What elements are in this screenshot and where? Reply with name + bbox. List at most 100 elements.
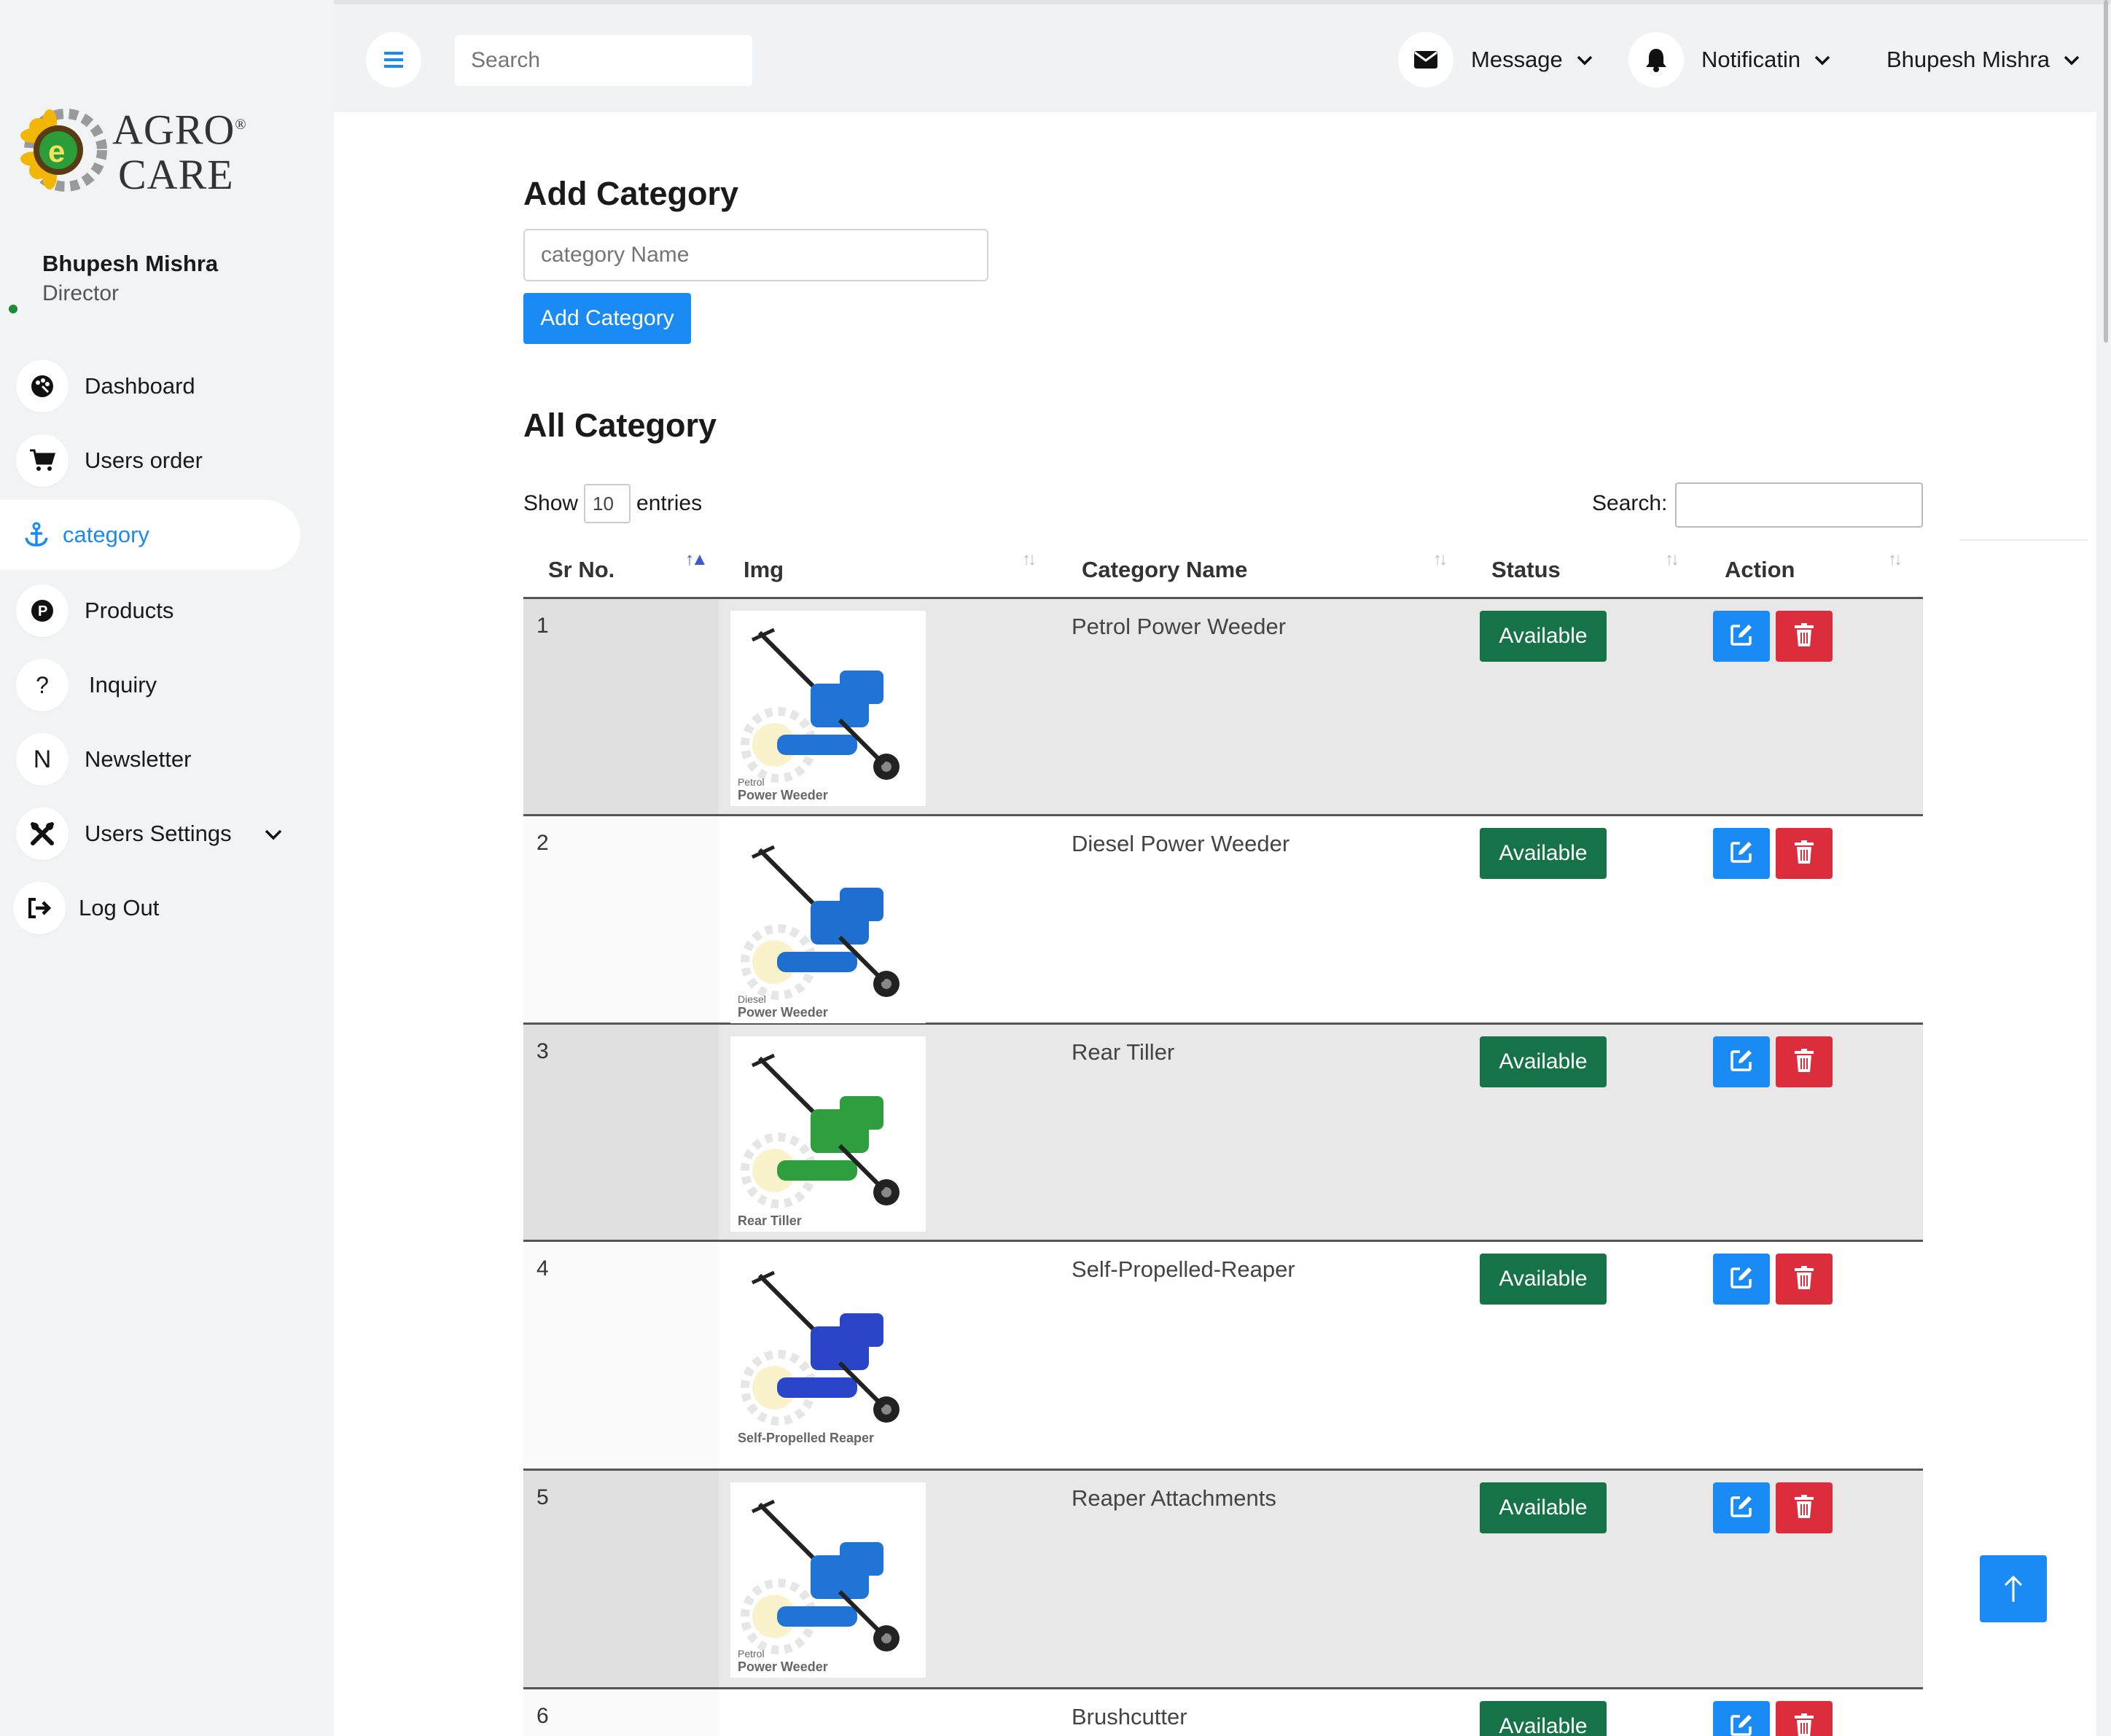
category-image: Petrol Power Weeder bbox=[730, 1482, 926, 1678]
trash-icon bbox=[1794, 1048, 1814, 1076]
column-header-sr-no[interactable]: Sr No. bbox=[548, 557, 614, 583]
trash-icon bbox=[1794, 1494, 1814, 1522]
sidebar-item-products[interactable]: P Products bbox=[16, 576, 300, 646]
machine-illustration-icon bbox=[741, 1270, 900, 1426]
image-caption-small: Petrol bbox=[738, 1648, 765, 1659]
status-badge[interactable]: Available bbox=[1480, 1701, 1607, 1736]
sort-icon[interactable]: ↑↓ bbox=[1888, 550, 1903, 570]
sidebar-item-newsletter[interactable]: N Newsletter bbox=[16, 724, 300, 794]
edit-button[interactable] bbox=[1713, 828, 1770, 879]
status-badge[interactable]: Available bbox=[1480, 1254, 1607, 1305]
sidebar-item-label: Inquiry bbox=[89, 672, 157, 697]
hamburger-menu-button[interactable] bbox=[366, 32, 421, 87]
chevron-down-icon bbox=[1576, 48, 1593, 71]
status-badge[interactable]: Available bbox=[1480, 1036, 1607, 1087]
edit-button[interactable] bbox=[1713, 1254, 1770, 1305]
bell-icon bbox=[1628, 32, 1684, 87]
delete-button[interactable] bbox=[1776, 1036, 1833, 1087]
sidebar-item-users-settings[interactable]: Users Settings bbox=[16, 799, 300, 869]
sidebar-item-label: Users order bbox=[85, 447, 203, 473]
table-search-label: Search: bbox=[1592, 491, 1668, 515]
registered-mark: ® bbox=[235, 117, 247, 133]
row-category-name: Rear Tiller bbox=[1072, 1039, 1175, 1065]
sidebar-item-inquiry[interactable]: ? Inquiry bbox=[16, 650, 300, 720]
sr-cell bbox=[523, 816, 719, 1023]
sidebar-item-category[interactable]: category bbox=[0, 500, 300, 570]
edit-button[interactable] bbox=[1713, 1482, 1770, 1533]
question-icon: ? bbox=[16, 659, 69, 711]
chevron-down-icon bbox=[264, 821, 283, 846]
image-caption-main: Power Weeder bbox=[738, 788, 828, 802]
table-row: 5 Petrol Power Weeder Reaper Attachments Ava… bbox=[523, 1471, 1923, 1689]
cart-icon bbox=[16, 434, 69, 487]
category-image: Self-Propelled Reaper bbox=[730, 1254, 926, 1449]
image-caption-small: Petrol bbox=[738, 776, 765, 788]
sidebar-item-label: Newsletter bbox=[85, 746, 192, 772]
trash-icon bbox=[1794, 1713, 1814, 1736]
entries-length-control: Show 10 entries bbox=[523, 484, 702, 523]
svg-text:P: P bbox=[38, 603, 47, 619]
delete-button[interactable] bbox=[1776, 1701, 1833, 1736]
table-search-input[interactable] bbox=[1675, 482, 1923, 528]
sr-cell bbox=[523, 1689, 719, 1736]
profile-name: Bhupesh Mishra bbox=[42, 251, 219, 276]
edit-button[interactable] bbox=[1713, 1701, 1770, 1736]
delete-button[interactable] bbox=[1776, 1254, 1833, 1305]
trash-icon bbox=[1794, 622, 1814, 651]
online-status-dot bbox=[9, 305, 17, 313]
sidebar-item-dashboard[interactable]: Dashboard bbox=[16, 351, 300, 421]
table-row: 4 Self-Propelled Reaper Self-Propelled-Rea… bbox=[523, 1242, 1923, 1471]
add-category-button[interactable]: Add Category bbox=[523, 293, 691, 344]
category-name-input[interactable] bbox=[523, 229, 988, 281]
edit-button[interactable] bbox=[1713, 1036, 1770, 1087]
tools-icon bbox=[16, 808, 69, 860]
category-image: Petrol Power Weeder bbox=[730, 611, 926, 806]
brand-line-2: CARE bbox=[118, 151, 234, 199]
category-image: Rear Tiller bbox=[730, 1036, 926, 1232]
edit-icon bbox=[1729, 1713, 1754, 1736]
sort-icon[interactable]: ↑↓ bbox=[1433, 550, 1448, 570]
message-dropdown[interactable]: Message bbox=[1398, 32, 1593, 87]
scroll-to-top-button[interactable] bbox=[1980, 1555, 2047, 1622]
newsletter-n-icon: N bbox=[16, 733, 69, 786]
column-header-action[interactable]: Action bbox=[1725, 557, 1795, 583]
top-search-input[interactable] bbox=[455, 35, 752, 86]
column-header-img[interactable]: Img bbox=[744, 557, 784, 583]
edit-icon bbox=[1729, 1494, 1754, 1522]
edit-button[interactable] bbox=[1713, 611, 1770, 662]
page-scrollbar[interactable] bbox=[2104, 0, 2108, 343]
delete-button[interactable] bbox=[1776, 611, 1833, 662]
status-badge[interactable]: Available bbox=[1480, 1482, 1607, 1533]
sidebar-item-logout[interactable]: Log Out bbox=[13, 873, 297, 943]
table-header: Sr No. ↑▲ Img ↑↓ Category Name ↑↓ Status… bbox=[523, 539, 1923, 599]
brand-logo[interactable]: e AGRO® CARE bbox=[20, 102, 247, 198]
notification-dropdown[interactable]: Notificatin bbox=[1628, 32, 1831, 87]
sunflower-gear-logo-icon: e bbox=[20, 106, 108, 194]
entries-select[interactable]: 10 bbox=[584, 484, 631, 523]
profile-role: Director bbox=[42, 281, 120, 305]
product-p-icon: P bbox=[16, 584, 69, 637]
status-badge[interactable]: Available bbox=[1480, 611, 1607, 662]
sidebar-item-label: Log Out bbox=[79, 895, 160, 920]
svg-text:e: e bbox=[48, 134, 65, 168]
brand-name: AGRO® CARE bbox=[112, 102, 247, 198]
notification-label: Notificatin bbox=[1701, 47, 1801, 72]
show-label: Show bbox=[523, 491, 579, 515]
sidebar-item-users-order[interactable]: Users order bbox=[16, 426, 300, 496]
status-badge[interactable]: Available bbox=[1480, 828, 1607, 879]
envelope-icon bbox=[1398, 32, 1453, 87]
sort-asc-icon[interactable]: ↑▲ bbox=[685, 550, 709, 570]
sort-icon[interactable]: ↑↓ bbox=[1665, 550, 1679, 570]
delete-button[interactable] bbox=[1776, 1482, 1833, 1533]
column-header-status[interactable]: Status bbox=[1491, 557, 1561, 583]
edit-icon bbox=[1729, 840, 1754, 868]
sort-icon[interactable]: ↑↓ bbox=[1022, 550, 1037, 570]
trash-icon bbox=[1794, 1265, 1814, 1294]
image-caption: Petrol Power Weeder bbox=[738, 776, 828, 803]
delete-button[interactable] bbox=[1776, 828, 1833, 879]
anchor-icon bbox=[17, 509, 55, 561]
user-menu-dropdown[interactable]: Bhupesh Mishra bbox=[1886, 32, 2080, 87]
image-caption-main: Power Weeder bbox=[738, 1005, 828, 1020]
edit-icon bbox=[1729, 1265, 1754, 1294]
column-header-category-name[interactable]: Category Name bbox=[1082, 557, 1247, 583]
